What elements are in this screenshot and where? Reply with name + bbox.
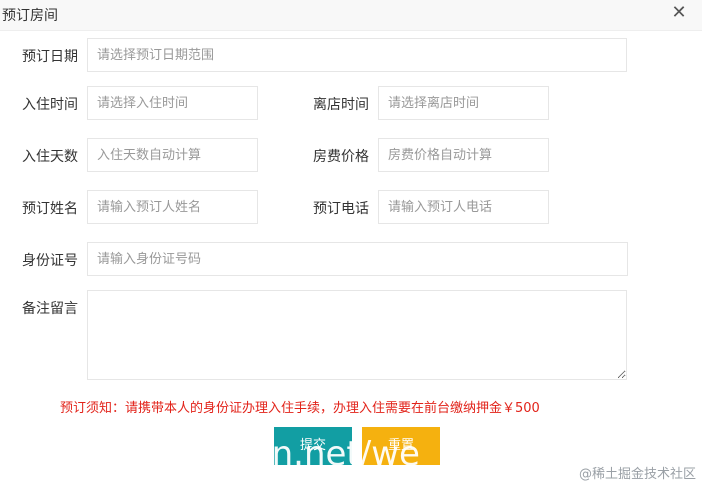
booking-notice: 预订须知：请携带本人的身份证办理入住手续，办理入住需要在前台缴纳押金￥500 — [60, 401, 540, 416]
dialog-title: 预订房间 — [2, 8, 58, 24]
room-price-input[interactable] — [378, 138, 549, 172]
dialog-titlebar: 预订房间 ✕ — [0, 0, 702, 31]
booker-name-label: 预订姓名 — [22, 201, 78, 217]
id-number-label: 身份证号 — [22, 253, 78, 269]
id-number-input[interactable] — [87, 242, 628, 276]
reset-button[interactable]: 重置 — [362, 427, 440, 465]
booking-date-input[interactable] — [87, 38, 627, 72]
checkin-time-input[interactable] — [87, 86, 258, 120]
booker-phone-input[interactable] — [378, 190, 549, 224]
remarks-label: 备注留言 — [22, 301, 78, 317]
remarks-textarea[interactable] — [87, 290, 627, 380]
checkin-time-label: 入住时间 — [22, 97, 78, 113]
checkout-time-input[interactable] — [378, 86, 549, 120]
booking-date-label: 预订日期 — [22, 49, 78, 65]
stay-days-input[interactable] — [87, 138, 258, 172]
credit-watermark: @稀土掘金技术社区 — [578, 467, 696, 482]
booker-phone-label: 预订电话 — [313, 201, 369, 217]
checkout-time-label: 离店时间 — [313, 97, 369, 113]
booker-name-input[interactable] — [87, 190, 258, 224]
room-price-label: 房费价格 — [313, 149, 369, 165]
stay-days-label: 入住天数 — [22, 149, 78, 165]
booking-dialog: 预订房间 ✕ 预订日期 入住时间 离店时间 入住天数 房费价格 预订姓名 预订电… — [0, 0, 702, 487]
submit-button[interactable]: 提交 — [274, 427, 352, 465]
close-icon[interactable]: ✕ — [670, 4, 688, 22]
